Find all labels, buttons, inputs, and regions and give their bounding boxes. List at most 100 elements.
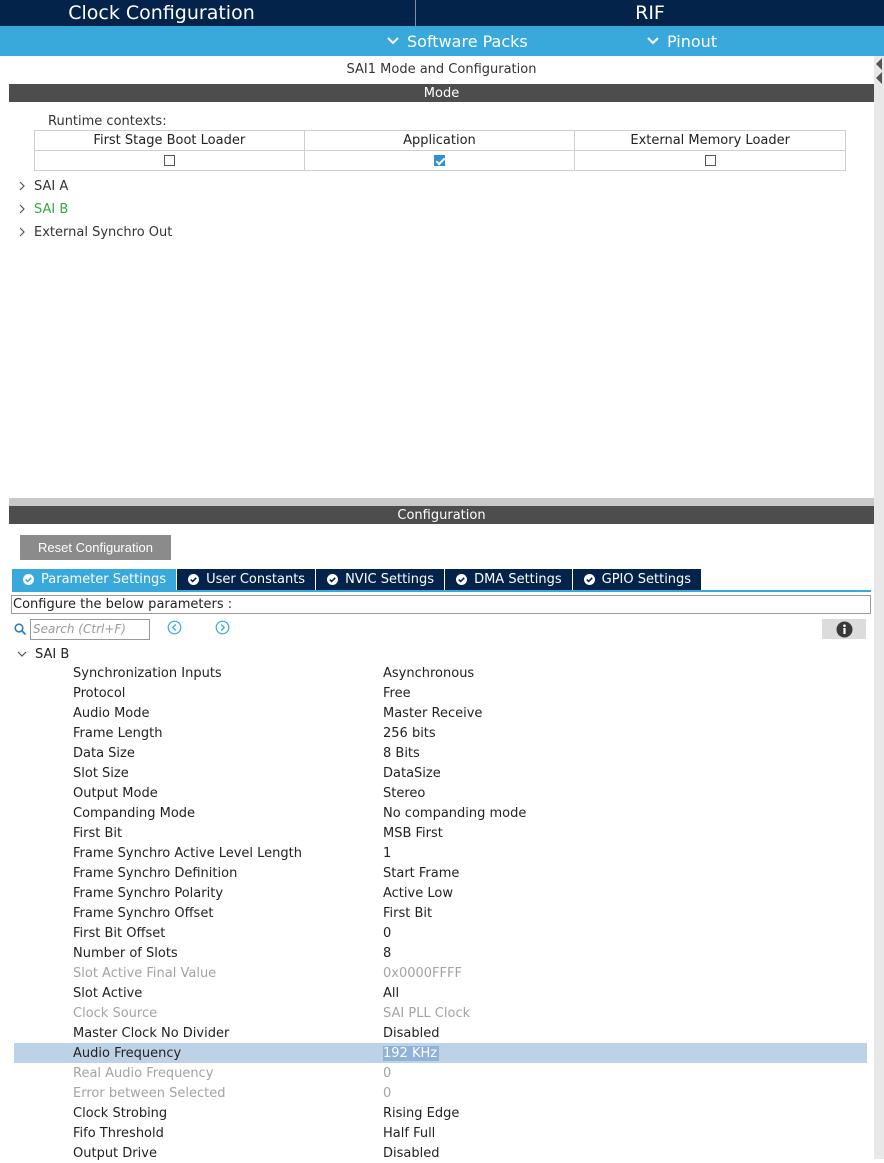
panel-splitter[interactable] [9,498,874,506]
application-checkbox[interactable] [433,155,445,166]
parameter-value[interactable]: Disabled [383,1146,867,1161]
parameter-value[interactable]: First Bit [383,906,867,921]
parameter-value[interactable]: 256 bits [383,726,867,741]
tab-label: NVIC Settings [345,572,435,587]
parameter-value-text: SAI PLL Clock [383,1005,471,1021]
context-cell-application [303,150,576,171]
check-circle-icon [583,574,595,585]
tab-parameter-settings[interactable]: Parameter Settings [12,569,177,590]
parameter-value[interactable]: Half Full [383,1126,867,1141]
parameter-row[interactable]: Slot Size DataSize [14,763,867,783]
parameter-name: Output Drive [73,1145,157,1161]
parameter-name: Frame Synchro Active Level Length [73,845,302,861]
parameter-row[interactable]: Number of Slots 8 [14,943,867,963]
parameter-name: Clock Strobing [73,1105,168,1121]
parameter-name: Frame Synchro Definition [73,865,238,881]
parameter-row[interactable]: Frame Synchro Polarity Active Low [14,883,867,903]
parameter-value[interactable]: MSB First [383,826,867,841]
parameter-row[interactable]: Clock Strobing Rising Edge [14,1103,867,1123]
parameter-value[interactable]: Asynchronous [383,666,867,681]
parameter-value-text: Master Receive [383,705,483,721]
tree-item-label: SAI B [34,201,69,217]
parameter-row[interactable]: Synchronization Inputs Asynchronous [14,663,867,683]
arrow-left-circle-icon[interactable] [167,620,182,635]
parameter-name: Number of Slots [73,945,178,961]
tree-item-sai-b[interactable]: SAI B [17,199,68,219]
parameter-value[interactable]: All [383,986,867,1001]
context-header-external-memory-loader: External Memory Loader [574,130,846,151]
parameter-value-text: 1 [383,845,392,861]
parameter-value[interactable]: 8 [383,946,867,961]
info-button[interactable] [822,619,866,639]
parameter-row[interactable]: Output Drive Disabled [14,1143,867,1163]
tab-label: DMA Settings [474,572,562,587]
parameter-row[interactable]: Frame Synchro Active Level Length 1 [14,843,867,863]
tree-item-sai-a[interactable]: SAI A [17,176,68,196]
parameter-value: SAI PLL Clock [383,1006,867,1021]
parameter-value-text: Stereo [383,785,426,801]
parameter-name: Slot Size [73,765,129,781]
chevron-right-icon [19,181,25,191]
collapse-arrow-icon[interactable] [876,58,882,70]
parameter-value[interactable]: Stereo [383,786,867,801]
parameter-row[interactable]: Audio Mode Master Receive [14,703,867,723]
parameter-row[interactable]: Audio Frequency 192 KHz [14,1043,867,1063]
parameter-row[interactable]: Frame Length 256 bits [14,723,867,743]
tab-rif[interactable]: RIF [416,0,884,26]
parameter-value[interactable]: Disabled [383,1026,867,1041]
parameter-row[interactable]: Clock Source SAI PLL Clock [14,1003,867,1023]
tab-dma-settings[interactable]: DMA Settings [445,569,572,590]
parameter-name: Synchronization Inputs [73,665,222,681]
parameter-row[interactable]: Slot Active Final Value 0x0000FFFF [14,963,867,983]
parameter-row[interactable]: Master Clock No Divider Disabled [14,1023,867,1043]
mode-panel: SAI1 Mode and Configuration Mode Runtime… [9,56,874,498]
parameter-row[interactable]: Frame Synchro Offset First Bit [14,903,867,923]
parameter-row[interactable]: Data Size 8 Bits [14,743,867,763]
fsbl-checkbox[interactable] [163,155,175,166]
reset-configuration-button[interactable]: Reset Configuration [20,535,171,560]
parameter-row[interactable]: Real Audio Frequency 0 [14,1063,867,1083]
parameter-row[interactable]: First Bit Offset 0 [14,923,867,943]
right-collapse-strip[interactable] [874,56,884,1159]
parameter-name: Data Size [73,745,135,761]
collapse-arrow-icon[interactable] [876,72,882,84]
parameter-name: Protocol [73,685,126,701]
software-packs-menu[interactable]: Software Packs [386,26,528,56]
parameter-name: Frame Synchro Polarity [73,885,224,901]
parameter-value[interactable]: 192 KHz [383,1045,867,1061]
panel-caption: SAI1 Mode and Configuration [346,62,537,77]
parameter-value[interactable]: 1 [383,846,867,861]
tab-gpio-settings[interactable]: GPIO Settings [572,569,702,590]
parameter-row[interactable]: Companding Mode No companding mode [14,803,867,823]
parameter-value[interactable]: Master Receive [383,706,867,721]
parameter-value-text: 8 Bits [383,745,420,761]
tab-nvic-settings[interactable]: NVIC Settings [316,569,445,590]
pinout-menu[interactable]: Pinout [646,26,717,56]
tab-user-constants[interactable]: User Constants [177,569,316,590]
parameter-row[interactable]: Protocol Free [14,683,867,703]
tab-clock-configuration[interactable]: Clock Configuration [0,0,416,26]
parameter-value[interactable]: 0 [383,926,867,941]
parameter-row[interactable]: Frame Synchro Definition Start Frame [14,863,867,883]
parameter-row[interactable]: Output Mode Stereo [14,783,867,803]
parameter-value[interactable]: No companding mode [383,806,867,821]
parameter-name: Frame Length [73,725,163,741]
parameter-row[interactable]: Slot Active All [14,983,867,1003]
parameter-value[interactable]: Rising Edge [383,1106,867,1121]
parameter-row[interactable]: Error between Selected 0 [14,1083,867,1103]
parameter-value[interactable]: Free [383,686,867,701]
parameter-row[interactable]: Fifo Threshold Half Full [14,1123,867,1143]
parameter-value[interactable]: 8 Bits [383,746,867,761]
tree-item-external-synchro-out[interactable]: External Synchro Out [17,222,172,242]
parameter-name: Clock Source [73,1005,158,1021]
parameter-value[interactable]: Active Low [383,886,867,901]
external-memory-loader-checkbox[interactable] [704,155,716,166]
parameter-value[interactable]: Start Frame [383,866,867,881]
arrow-right-circle-icon[interactable] [215,620,230,635]
parameter-value[interactable]: DataSize [383,766,867,781]
parameter-row[interactable]: First Bit MSB First [14,823,867,843]
parameter-name: Audio Frequency [73,1045,182,1061]
context-header-fsbl: First Stage Boot Loader [34,130,305,151]
search-input[interactable] [30,618,150,640]
group-sai-b[interactable]: SAI B [17,644,69,664]
